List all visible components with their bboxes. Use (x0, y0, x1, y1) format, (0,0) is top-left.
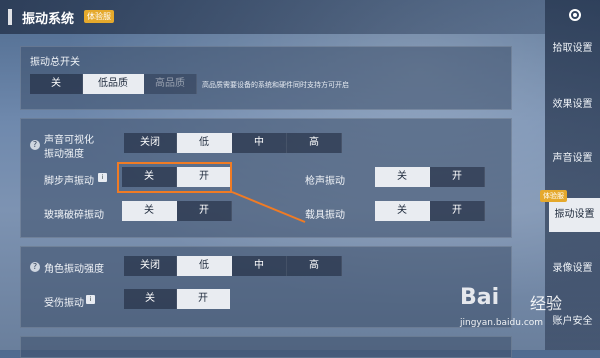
next-panel (20, 336, 512, 358)
hit-segment: 关 开 (124, 289, 230, 309)
info-icon[interactable]: i (86, 295, 95, 304)
character-option-mid[interactable]: 中 (232, 256, 287, 276)
sidebar-item-vibration[interactable]: 振动设置 (549, 198, 600, 232)
baidu-logo: Bai (460, 285, 500, 310)
hit-label: 受伤振动 (44, 298, 84, 309)
sidebar-item-pickup[interactable]: 拾取设置 (545, 32, 600, 66)
hit-option-on[interactable]: 开 (177, 289, 230, 309)
character-option-low[interactable]: 低 (177, 256, 232, 276)
hit-option-off[interactable]: 关 (124, 289, 177, 309)
character-segment: 关闭 低 中 高 (124, 256, 342, 276)
sidebar-item-recording[interactable]: 录像设置 (545, 252, 600, 286)
character-option-high[interactable]: 高 (287, 256, 342, 276)
character-option-off[interactable]: 关闭 (124, 256, 177, 276)
character-label: 角色振动强度 (44, 264, 104, 275)
sidebar-item-effects[interactable]: 效果设置 (545, 88, 600, 122)
gear-icon[interactable] (566, 6, 584, 24)
sidebar-badge: 体验服 (540, 190, 567, 202)
baidu-logo-text: 经验 (530, 294, 563, 313)
watermark-url: jingyan.baidu.com (460, 318, 544, 328)
help-icon[interactable]: ? (30, 262, 40, 272)
sidebar-item-sound[interactable]: 声音设置 (545, 142, 600, 176)
